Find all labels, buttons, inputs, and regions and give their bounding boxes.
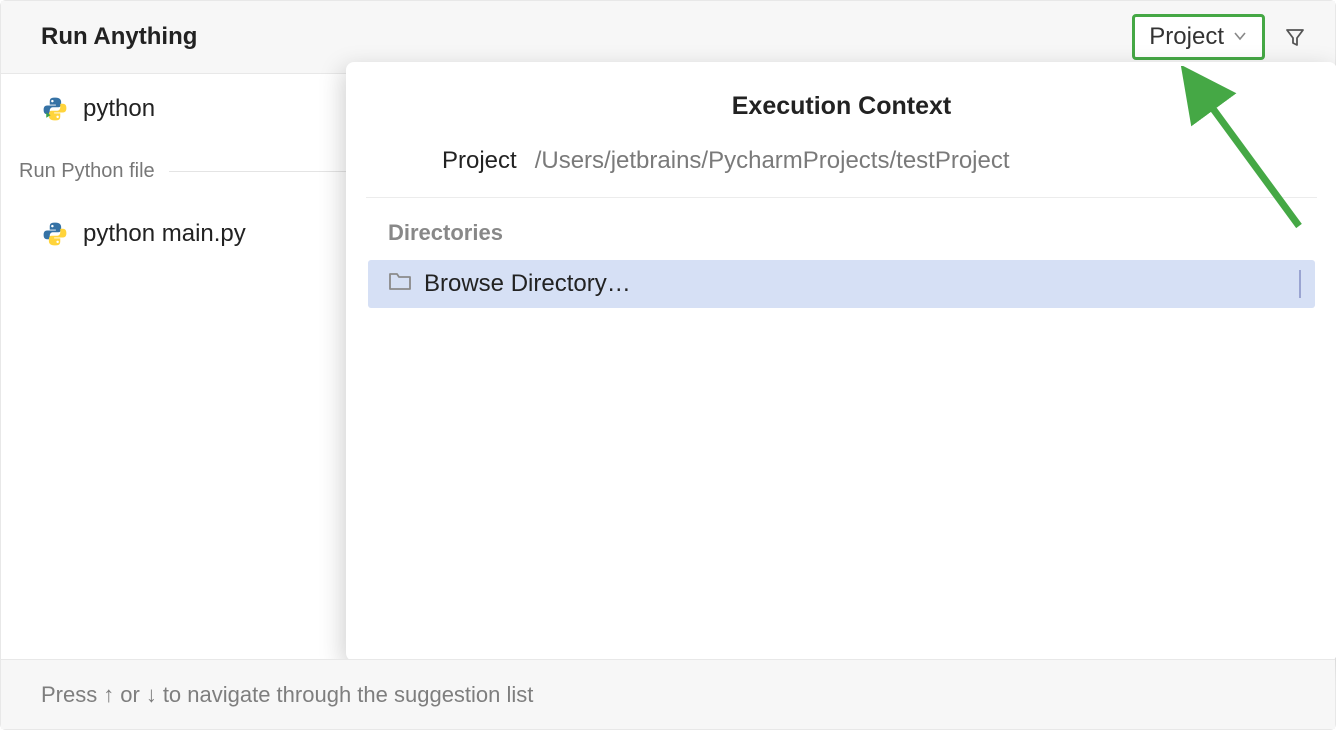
hint-or: or <box>120 682 140 708</box>
browse-directory-item[interactable]: Browse Directory… <box>368 260 1315 308</box>
folder-icon <box>388 270 412 299</box>
directories-heading: Directories <box>346 198 1336 260</box>
python-icon <box>41 220 69 248</box>
popover-title: Execution Context <box>346 62 1336 147</box>
hint-suffix: to navigate through the suggestion list <box>163 682 534 708</box>
browse-directory-label: Browse Directory… <box>424 270 631 298</box>
suggestion-item-label: python main.py <box>83 220 246 248</box>
project-path-label: Project <box>442 147 517 175</box>
footer-hint: Press ↑ or ↓ to navigate through the sug… <box>1 659 1335 729</box>
run-anything-dialog: Run Anything Project python <box>0 0 1336 730</box>
project-scope-dropdown[interactable]: Project <box>1132 14 1265 60</box>
python-icon <box>41 95 69 123</box>
execution-context-popover: Execution Context Project /Users/jetbrai… <box>346 62 1336 661</box>
suggestion-item-label: python <box>83 95 155 123</box>
project-scope-label: Project <box>1149 23 1224 51</box>
text-caret <box>1299 270 1301 298</box>
project-path-row: Project /Users/jetbrains/PycharmProjects… <box>366 147 1317 198</box>
dialog-title: Run Anything <box>41 23 1132 51</box>
suggestion-section-label: Run Python file <box>19 160 155 183</box>
chevron-down-icon <box>1232 23 1248 51</box>
arrow-down-icon: ↓ <box>146 682 157 708</box>
project-path-value: /Users/jetbrains/PycharmProjects/testPro… <box>535 147 1010 175</box>
hint-prefix: Press <box>41 682 97 708</box>
filter-icon[interactable] <box>1283 25 1307 49</box>
arrow-up-icon: ↑ <box>103 682 114 708</box>
